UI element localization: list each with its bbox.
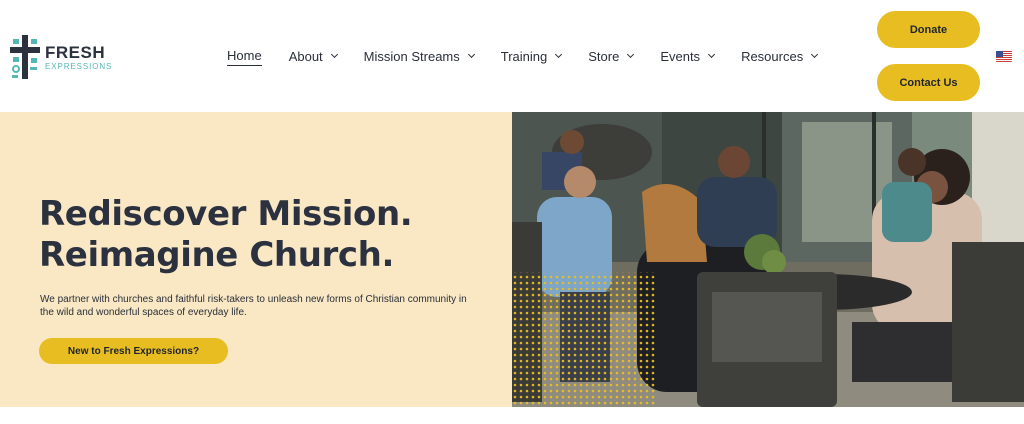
hero-photo <box>512 112 1024 407</box>
nav-item-label: Training <box>500 48 548 64</box>
nav-item-resources[interactable]: Resources <box>741 48 819 64</box>
nav-item-label: About <box>288 48 323 64</box>
nav-item-events[interactable]: Events <box>660 48 716 64</box>
nav-item-about[interactable]: About <box>288 48 338 64</box>
nav-item-label: Resources <box>741 48 804 64</box>
hero-title-line-2: Reimagine Church. <box>39 235 394 275</box>
chevron-down-icon <box>708 50 716 59</box>
hero-text-panel: Rediscover Mission. Reimagine Church. We… <box>0 112 512 407</box>
nav-item-store[interactable]: Store <box>588 48 635 64</box>
nav-item-label: Home <box>227 48 262 66</box>
new-to-fresh-expressions-button[interactable]: New to Fresh Expressions? <box>39 338 228 364</box>
contact-us-button[interactable]: Contact Us <box>877 64 980 101</box>
main-nav: Home About Mission Streams Training Stor… <box>227 46 819 66</box>
hero-title: Rediscover Mission. Reimagine Church. <box>39 194 413 276</box>
hero-section: Rediscover Mission. Reimagine Church. We… <box>0 112 1024 407</box>
donate-button[interactable]: Donate <box>877 11 980 48</box>
hero-title-line-1: Rediscover Mission. <box>39 194 413 234</box>
chevron-down-icon <box>467 50 475 59</box>
nav-item-label: Events <box>660 48 701 64</box>
chevron-down-icon <box>811 50 819 59</box>
nav-item-mission-streams[interactable]: Mission Streams <box>363 48 475 64</box>
nav-item-home[interactable]: Home <box>227 46 262 66</box>
chevron-down-icon <box>555 50 563 59</box>
site-header: FRESH EXPRESSIONS Home About Mission Str… <box>0 0 1024 112</box>
hero-description: We partner with churches and faithful ri… <box>40 294 467 318</box>
nav-item-label: Store <box>588 48 620 64</box>
logo-secondary-text: EXPRESSIONS <box>45 61 113 71</box>
page-bottom-spacer <box>0 407 1024 424</box>
chevron-down-icon <box>330 50 338 59</box>
hero-photo-illustration <box>512 112 1024 407</box>
logo[interactable]: FRESH EXPRESSIONS <box>10 35 120 79</box>
nav-item-training[interactable]: Training <box>500 48 563 64</box>
us-flag-icon[interactable] <box>996 50 1012 62</box>
logo-primary-text: FRESH <box>45 42 106 62</box>
chevron-down-icon <box>627 50 635 59</box>
logo-cross-icon <box>10 35 40 79</box>
nav-item-label: Mission Streams <box>363 48 460 64</box>
